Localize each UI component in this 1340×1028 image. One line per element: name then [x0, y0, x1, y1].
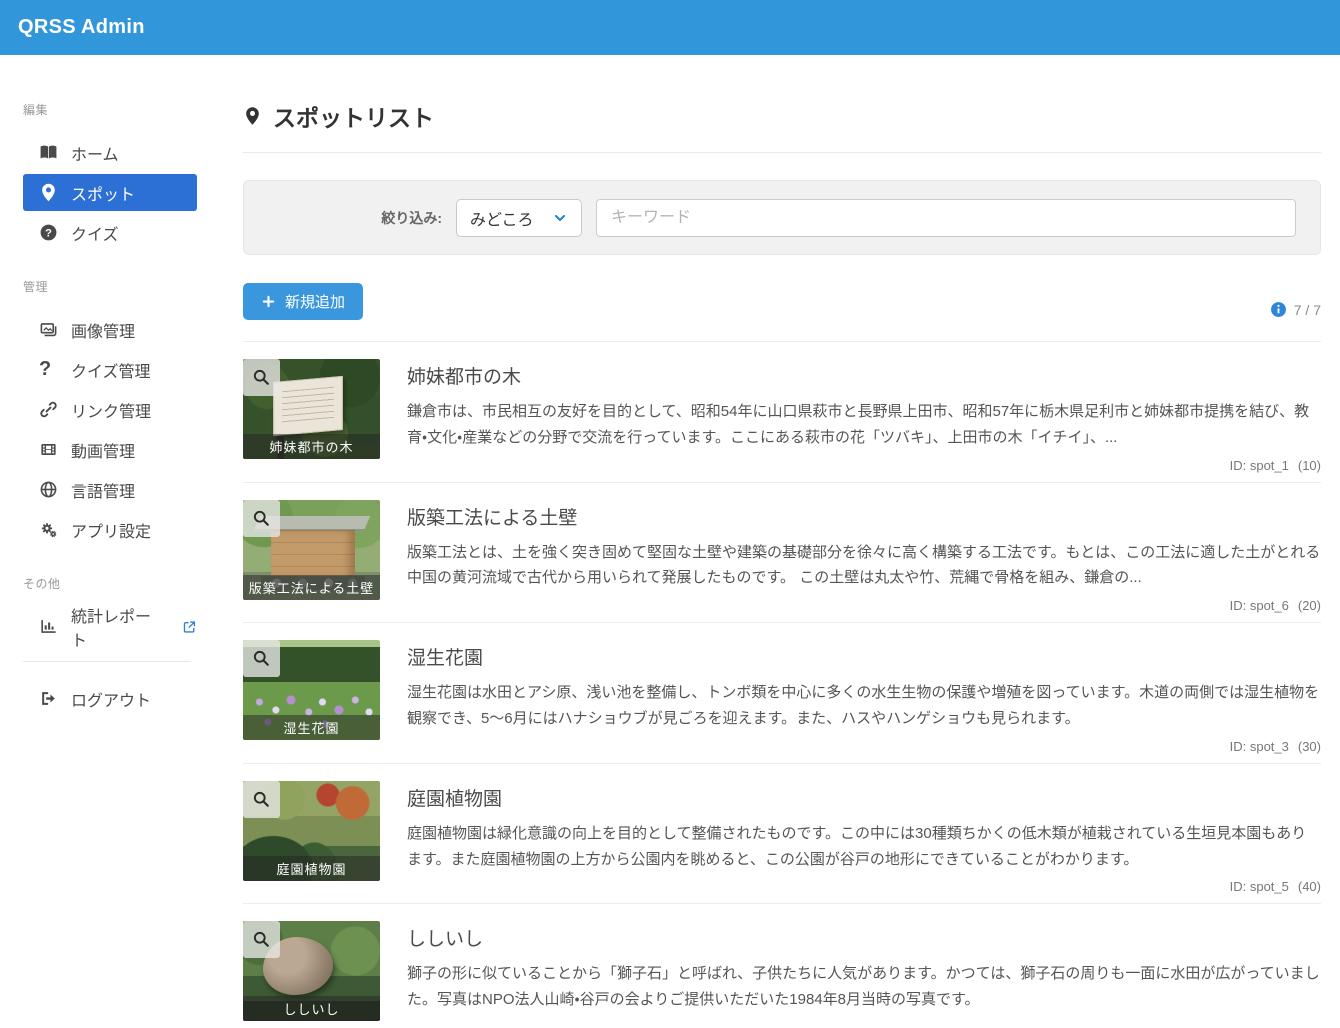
sidebar-item-label: 画像管理 [71, 318, 135, 342]
wall-graphic [271, 530, 355, 578]
spot-list-item: 庭園植物園 庭園植物園 庭園植物園は緑化意識の向上を目的として整備されたものです… [243, 763, 1321, 904]
svg-text:?: ? [45, 227, 52, 239]
spot-description: 庭園植物園は緑化意識の向上を目的として整備されたものです。この中には30種類ちか… [407, 821, 1321, 873]
info-icon[interactable] [1270, 301, 1287, 318]
thumbnail-caption: 版築工法による土壁 [243, 575, 380, 600]
page-header: スポットリスト [243, 99, 1321, 133]
spot-description: 版築工法とは、土を強く突き固めて堅固な土壁や建築の基礎部分を徐々に高く構築する工… [407, 540, 1321, 592]
spot-title: 湿生花園 [407, 643, 1321, 670]
main-content: スポットリスト 絞り込み: みどころ 新規追加 7 / 7 [222, 55, 1340, 1028]
magnifier-icon[interactable] [243, 781, 280, 818]
sidebar-item-spot[interactable]: スポット [23, 174, 197, 211]
spot-thumbnail[interactable]: 庭園植物園 [243, 781, 380, 881]
spot-description: 獅子の形に似ていることから「獅子石」と呼ばれ、子供たちに人気があります。かつては… [407, 961, 1321, 1013]
chevron-down-icon [552, 210, 568, 226]
sidebar-item-logout[interactable]: ログアウト [23, 680, 197, 717]
cogs-icon [39, 520, 58, 539]
sidebar-item-home[interactable]: ホーム [23, 134, 197, 171]
result-count: 7 / 7 [1270, 301, 1321, 320]
question-circle-icon: ? [39, 223, 58, 242]
globe-icon [39, 480, 58, 499]
bar-chart-icon [39, 617, 58, 636]
count-text: 7 / 7 [1294, 302, 1321, 318]
spot-description: 鎌倉市は、市民相互の友好を目的として、昭和54年に山口県萩市と長野県上田市、昭和… [407, 399, 1321, 451]
sidebar-item-label: リンク管理 [71, 398, 151, 422]
images-icon [39, 320, 58, 339]
sidebar-item-label: 統計レポート [71, 603, 160, 651]
spot-list-item: 湿生花園 湿生花園 湿生花園は水田とアシ原、浅い池を整備し、トンボ類を中心に多く… [243, 622, 1321, 763]
spot-title: ししいし [407, 924, 1321, 951]
magnifier-icon[interactable] [243, 500, 280, 537]
plus-icon [261, 294, 276, 309]
magnifier-icon[interactable] [243, 640, 280, 677]
keyword-input[interactable] [596, 199, 1296, 237]
sidebar-section-manage-label: 管理 [23, 278, 222, 295]
thumbnail-caption: 庭園植物園 [243, 856, 380, 881]
sidebar-item-label: ホーム [71, 141, 119, 165]
sidebar-item-label: スポット [71, 181, 135, 205]
title-divider [243, 152, 1321, 153]
spot-id: ID: spot_3(30) [407, 739, 1321, 754]
spot-title: 庭園植物園 [407, 784, 1321, 811]
sidebar-item-quiz[interactable]: ? クイズ [23, 214, 197, 251]
sidebar-item-label: ログアウト [71, 687, 151, 711]
sidebar-item-label: 言語管理 [71, 478, 135, 502]
sidebar-item-image-manage[interactable]: 画像管理 [23, 311, 197, 348]
thumbnail-caption: 湿生花園 [243, 715, 380, 740]
sidebar-item-language-manage[interactable]: 言語管理 [23, 471, 197, 508]
film-icon [39, 440, 58, 459]
question-mark-icon: ? [39, 360, 58, 379]
spot-thumbnail[interactable]: 湿生花園 [243, 640, 380, 740]
filter-category-select[interactable]: みどころ [456, 199, 582, 237]
sidebar: 編集 ホーム スポット ? クイズ 管理 画像管理 ? クイズ管 [0, 55, 222, 1028]
spot-thumbnail[interactable]: 姉妹都市の木 [243, 359, 380, 459]
sidebar-divider [23, 661, 191, 662]
toolbar-row: 新規追加 7 / 7 [243, 283, 1321, 320]
spot-list: 姉妹都市の木 姉妹都市の木 鎌倉市は、市民相互の友好を目的として、昭和54年に山… [243, 341, 1321, 1028]
add-new-button[interactable]: 新規追加 [243, 283, 363, 320]
spot-thumbnail[interactable]: 版築工法による土壁 [243, 500, 380, 600]
spot-title: 姉妹都市の木 [407, 362, 1321, 389]
link-icon [39, 400, 58, 419]
app-title: QRSS Admin [18, 16, 145, 39]
spot-list-item: 姉妹都市の木 姉妹都市の木 鎌倉市は、市民相互の友好を目的として、昭和54年に山… [243, 341, 1321, 482]
sidebar-item-label: クイズ [71, 221, 119, 245]
sidebar-section-other-label: その他 [23, 575, 222, 592]
sign-out-icon [39, 689, 58, 708]
spot-thumbnail[interactable]: ししいし [243, 921, 380, 1021]
sidebar-item-video-manage[interactable]: 動画管理 [23, 431, 197, 468]
spot-description: 湿生花園は水田とアシ原、浅い池を整備し、トンボ類を中心に多くの水生生物の保護や増… [407, 680, 1321, 732]
spot-title: 版築工法による土壁 [407, 503, 1321, 530]
external-link-icon [182, 619, 197, 635]
map-marker-icon [39, 183, 58, 202]
sidebar-item-stats-report[interactable]: 統計レポート [23, 608, 197, 645]
sidebar-item-link-manage[interactable]: リンク管理 [23, 391, 197, 428]
sidebar-item-label: 動画管理 [71, 438, 135, 462]
page-title: スポットリスト [273, 99, 434, 133]
app-header: QRSS Admin [0, 0, 1340, 55]
book-open-icon [39, 143, 58, 162]
filter-bar: 絞り込み: みどころ [243, 180, 1321, 255]
add-new-label: 新規追加 [285, 291, 345, 312]
filter-category-value: みどころ [470, 206, 534, 230]
filter-label: 絞り込み: [381, 208, 442, 228]
thumbnail-caption: 姉妹都市の木 [243, 434, 380, 459]
spot-id: ID: spot_1(10) [407, 458, 1321, 473]
sidebar-item-label: クイズ管理 [71, 358, 151, 382]
magnifier-icon[interactable] [243, 359, 280, 396]
spot-list-item: ししいし ししいし 獅子の形に似ていることから「獅子石」と呼ばれ、子供たちに人気… [243, 903, 1321, 1028]
thumbnail-caption: ししいし [243, 996, 380, 1021]
sidebar-item-app-settings[interactable]: アプリ設定 [23, 511, 197, 548]
sidebar-section-edit-label: 編集 [23, 101, 222, 118]
map-marker-icon [243, 105, 262, 127]
spot-list-item: 版築工法による土壁 版築工法による土壁 版築工法とは、土を強く突き固めて堅固な土… [243, 482, 1321, 623]
spot-id: ID: spot_6(20) [407, 598, 1321, 613]
magnifier-icon[interactable] [243, 921, 280, 958]
sidebar-item-quiz-manage[interactable]: ? クイズ管理 [23, 351, 197, 388]
sidebar-item-label: アプリ設定 [71, 518, 151, 542]
spot-id: ID: spot_5(40) [407, 879, 1321, 894]
sign-board-graphic [273, 376, 343, 436]
